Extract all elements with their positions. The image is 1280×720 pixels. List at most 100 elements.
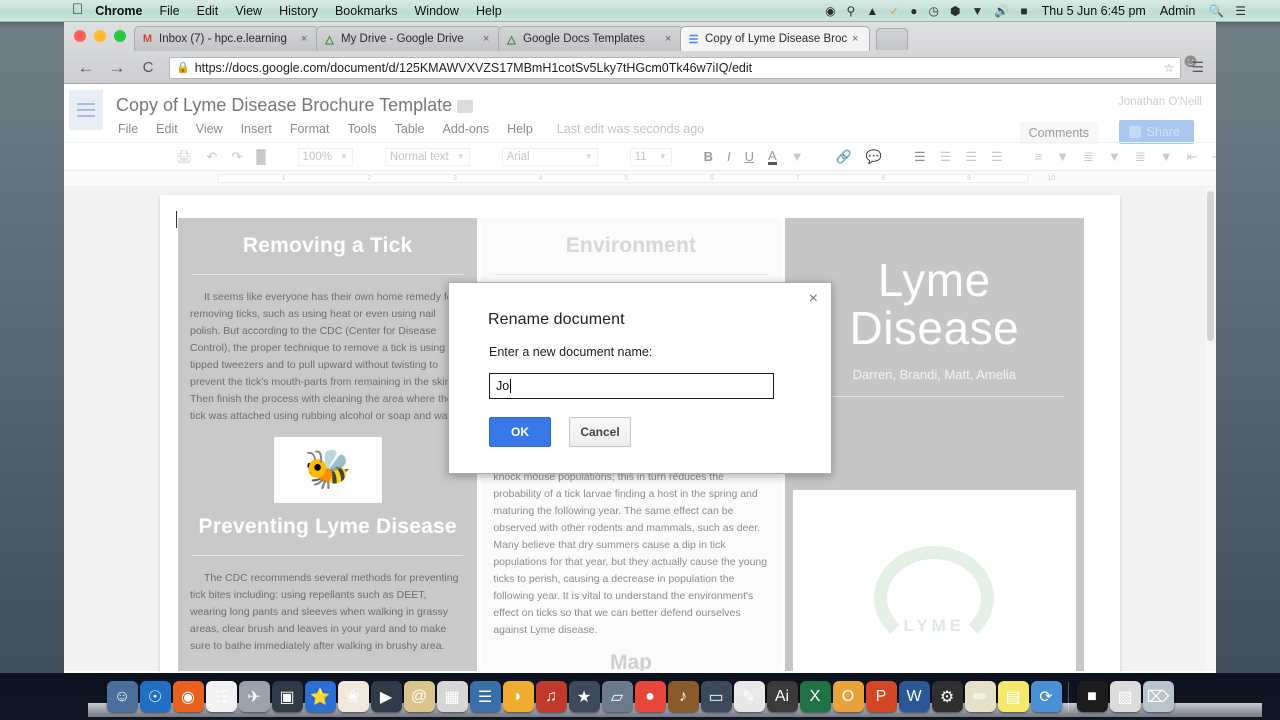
dock-item-imovie[interactable]: ★: [568, 681, 600, 712]
dock-item-dashboard[interactable]: ⚙: [931, 681, 963, 712]
browser-tab-docs-templates[interactable]: △ Google Docs Templates ×: [498, 26, 683, 51]
trash-icon: ⌦: [1146, 688, 1170, 706]
menu-edit[interactable]: Edit: [197, 4, 219, 18]
cancel-button[interactable]: Cancel: [569, 417, 631, 447]
dock-item-mail[interactable]: @: [403, 681, 435, 712]
menu-history[interactable]: History: [279, 4, 318, 18]
browser-tab-inbox[interactable]: M Inbox (7) - hpc.e.learning ×: [134, 26, 319, 51]
dock-item-time-machine[interactable]: ⟳: [1030, 681, 1062, 712]
tab-close-icon[interactable]: ×: [665, 33, 676, 45]
spotlight-search-icon[interactable]: 🔍: [1209, 4, 1224, 18]
dialog-title: Rename document: [488, 311, 625, 328]
dock-item-app-store[interactable]: ✈: [238, 681, 270, 712]
close-window-button[interactable]: [74, 30, 86, 42]
eject-icon[interactable]: ●: [910, 4, 917, 18]
dock-item-illustrator[interactable]: Ai: [766, 681, 798, 712]
dock-item-facetime[interactable]: ▶: [370, 681, 402, 712]
ok-button[interactable]: OK: [489, 417, 551, 447]
dock-item-garageband[interactable]: ♪: [667, 681, 699, 712]
dock-item-pages[interactable]: ✎: [733, 681, 765, 712]
itunes-icon: ♫: [545, 687, 557, 705]
volume-icon[interactable]: 🔊: [994, 4, 1009, 18]
dock-item-finder[interactable]: ☺: [106, 681, 138, 712]
terminal-icon: ■: [1087, 687, 1097, 705]
os-dock: ☺ ☉ ◉ ☷ ✈ ▣ ⭐ ❀ ▶ @ ▦ ☰ ◗ ♫ ★ ▱ ● ♪ ▭ ✎ Ai X O P W ⚙ ✏ ▤ ⟳ ■ ▧ ⌦: [0, 673, 1280, 720]
menu-bookmarks[interactable]: Bookmarks: [335, 4, 398, 18]
dock-item-word[interactable]: W: [898, 681, 930, 712]
dock-item-iphoto[interactable]: ❀: [337, 681, 369, 712]
dock-item-outlook[interactable]: O: [832, 681, 864, 712]
menu-help[interactable]: Help: [476, 4, 502, 18]
forward-button[interactable]: →: [108, 58, 126, 78]
menu-file[interactable]: File: [159, 4, 179, 18]
dock-item-trash[interactable]: ⌦: [1142, 681, 1174, 712]
facetime-icon: ▶: [379, 688, 393, 706]
tab-label: Copy of Lyme Disease Broc: [705, 33, 848, 45]
time-machine-icon: ⟳: [1039, 688, 1053, 706]
dock-item-terminal[interactable]: ■: [1076, 681, 1108, 712]
dock-item-final-cut[interactable]: ▱: [601, 681, 633, 712]
mail-icon: @: [410, 687, 428, 705]
notification-icon[interactable]: ▲: [866, 4, 878, 18]
document-name-input[interactable]: Jo: [489, 373, 774, 399]
desktop-background-right: [1216, 22, 1280, 720]
screen:  Chrome File Edit View History Bookmark…: [0, 0, 1280, 720]
tab-label: Inbox (7) - hpc.e.learning: [159, 33, 287, 45]
dock-item-calculator[interactable]: ▦: [436, 681, 468, 712]
chrome-menu-icon[interactable]: ☰: [1191, 59, 1204, 76]
menu-bar-user[interactable]: Admin: [1160, 4, 1195, 18]
modal-overlay: × Rename document Enter a new document n…: [64, 84, 1216, 673]
battery-icon[interactable]: ■: [1020, 4, 1027, 18]
dock-item-stickies[interactable]: ▤: [997, 681, 1029, 712]
dock-item-safari[interactable]: ☉: [139, 681, 171, 712]
checkmark-icon[interactable]: ✓: [889, 4, 899, 18]
clock-icon[interactable]: ◷: [929, 4, 939, 18]
wifi-icon[interactable]: ▼: [972, 4, 984, 18]
dock-item-ibooks[interactable]: ◗: [502, 681, 534, 712]
browser-tab-my-drive[interactable]: △ My Drive - Google Drive ×: [316, 26, 501, 51]
dock-item-itunes[interactable]: ♫: [535, 681, 567, 712]
dock-item-preview-photo[interactable]: ▣: [271, 681, 303, 712]
tab-close-icon[interactable]: ×: [852, 33, 863, 45]
notification-center-icon[interactable]: ☰: [1235, 4, 1246, 18]
timemachine-icon[interactable]: ◉: [825, 4, 835, 18]
browser-tab-lyme-brochure[interactable]: ☰ Copy of Lyme Disease Broc ×: [680, 26, 870, 51]
dock-item-powerpoint[interactable]: P: [865, 681, 897, 712]
dock-icon-list: ☺ ☉ ◉ ☷ ✈ ▣ ⭐ ❀ ▶ @ ▦ ☰ ◗ ♫ ★ ▱ ● ♪ ▭ ✎ Ai X O P W ⚙ ✏ ▤ ⟳ ■ ▧ ⌦: [106, 681, 1174, 718]
preview-photo-icon: ▣: [279, 688, 295, 706]
illustrator-icon: Ai: [774, 687, 790, 705]
dock-item-keynote[interactable]: ▭: [700, 681, 732, 712]
dropbox-icon[interactable]: ⚲: [847, 4, 856, 18]
bluetooth-icon[interactable]: ⬢: [950, 4, 960, 18]
apple-logo-icon[interactable]: : [72, 2, 83, 17]
bookmark-star-icon[interactable]: ☆: [1164, 61, 1175, 75]
dock-item-downloads-folder[interactable]: ▧: [1109, 681, 1141, 712]
outlook-icon: O: [841, 687, 855, 705]
word-icon: W: [906, 687, 922, 705]
chrome-icon: ●: [645, 687, 655, 705]
close-icon[interactable]: ×: [809, 291, 818, 307]
minimize-window-button[interactable]: [94, 30, 106, 42]
address-bar[interactable]: 🔒 https://docs.google.com/document/d/125…: [169, 56, 1182, 79]
zoom-window-button[interactable]: [114, 30, 126, 42]
dock-item-launchpad[interactable]: ☷: [205, 681, 237, 712]
menu-window[interactable]: Window: [415, 4, 459, 18]
tab-close-icon[interactable]: ×: [483, 33, 494, 45]
menu-view[interactable]: View: [235, 4, 262, 18]
reload-button[interactable]: C: [139, 59, 157, 76]
dock-item-excel[interactable]: X: [799, 681, 831, 712]
tab-close-icon[interactable]: ×: [301, 33, 312, 45]
tab-strip: M Inbox (7) - hpc.e.learning × △ My Driv…: [64, 22, 1216, 72]
dock-item-app-store-blue[interactable]: ⭐: [304, 681, 336, 712]
dock-item-chrome[interactable]: ●: [634, 681, 666, 712]
stickies-icon: ▤: [1005, 688, 1021, 706]
dock-item-firefox[interactable]: ◉: [172, 681, 204, 712]
dock-item-notes-app[interactable]: ✏: [964, 681, 996, 712]
back-button[interactable]: ←: [77, 58, 95, 78]
secure-lock-icon: 🔒: [176, 62, 190, 74]
new-tab-button[interactable]: [876, 28, 908, 50]
menu-chrome[interactable]: Chrome: [95, 4, 142, 18]
dock-item-contacts[interactable]: ☰: [469, 681, 501, 712]
omnibox-row: ← → C 🔒 https://docs.google.com/document…: [64, 51, 1216, 84]
menu-bar-clock[interactable]: Thu 5 Jun 6:45 pm: [1042, 4, 1146, 18]
